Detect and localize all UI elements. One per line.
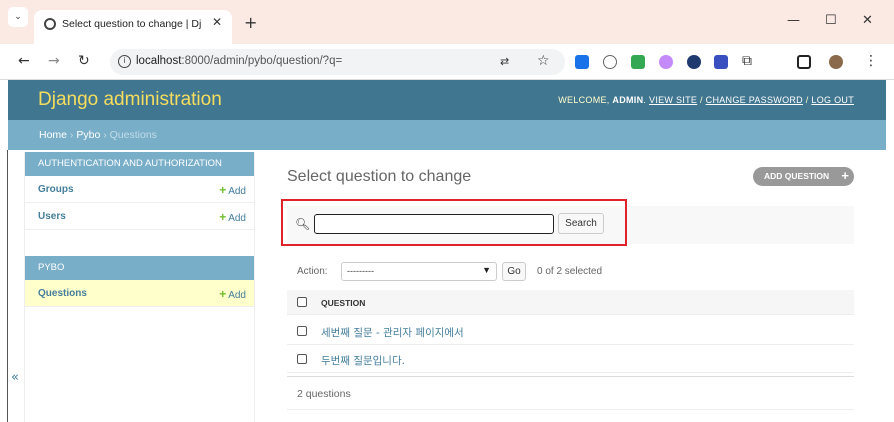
tab-close-icon[interactable]: ✕ — [212, 15, 222, 29]
table-row: 세번째 질문 - 관리자 페이지에서 — [287, 318, 854, 345]
add-questions-link[interactable]: + Add — [219, 287, 246, 301]
sidebar-item-label[interactable]: Questions — [38, 288, 87, 299]
module-caption-auth[interactable]: Authentication and Authorization — [25, 152, 254, 176]
globe-icon — [44, 18, 56, 30]
extension-circle-icon[interactable] — [603, 55, 617, 69]
plus-icon: + — [219, 287, 227, 301]
site-branding[interactable]: Django administration — [38, 89, 222, 111]
plus-icon: + — [219, 183, 227, 197]
breadcrumb: Home › Pybo › Questions — [8, 120, 886, 150]
highlight-box — [281, 199, 627, 246]
close-window-button[interactable]: ✕ — [862, 13, 873, 28]
browser-toolbar: ← → ↻ i localhost:8000/admin/pybo/questi… — [0, 44, 894, 80]
sidebar-item-label[interactable]: Users — [38, 211, 66, 222]
select-all-checkbox[interactable] — [297, 297, 307, 307]
column-header-question[interactable]: QUESTION — [321, 298, 365, 308]
extension-green-icon[interactable] — [631, 55, 645, 69]
logout-link[interactable]: LOG OUT — [811, 95, 854, 105]
side-panel-icon[interactable] — [797, 55, 811, 69]
actions-bar: Action: --------- ▼ Go 0 of 2 selected — [287, 259, 854, 285]
username: ADMIN — [612, 95, 644, 105]
forward-arrow-icon[interactable]: → — [48, 53, 60, 69]
extension-check-icon[interactable] — [687, 55, 701, 69]
add-groups-link[interactable]: + Add — [219, 183, 246, 197]
welcome-text: WELCOME, — [558, 95, 613, 105]
browser-tabstrip: ⌄ Select question to change | Dj ✕ + — ☐… — [0, 0, 894, 44]
bookmark-star-icon[interactable]: ☆ — [537, 53, 550, 69]
nav-sidebar-toggle[interactable]: « — [8, 152, 25, 422]
module-caption-pybo[interactable]: Pybo — [25, 256, 254, 280]
breadcrumb-current: Questions — [109, 129, 157, 141]
extension-download-icon[interactable] — [714, 55, 728, 69]
action-label: Action: — [297, 266, 328, 277]
change-password-link[interactable]: CHANGE PASSWORD — [706, 95, 803, 105]
tab-title: Select question to change | Dj — [62, 18, 202, 30]
back-arrow-icon[interactable]: ← — [18, 53, 30, 69]
plus-icon: + — [841, 168, 849, 183]
address-bar[interactable]: i localhost:8000/admin/pybo/question/?q= — [110, 49, 565, 75]
extension-a-icon[interactable] — [575, 55, 589, 69]
translate-icon[interactable]: ⇄ — [500, 55, 509, 68]
sidebar-item-users[interactable]: Users + Add — [25, 203, 254, 230]
sidebar-item-questions[interactable]: Questions + Add — [25, 280, 254, 307]
chevron-down-icon: ▼ — [482, 265, 491, 275]
add-question-button[interactable]: ADD QUESTION + — [753, 167, 854, 186]
new-tab-button[interactable]: + — [244, 15, 257, 31]
browser-tab[interactable]: Select question to change | Dj ✕ — [34, 10, 232, 44]
results-header: QUESTION — [287, 290, 854, 315]
collapse-sidebar-icon[interactable]: « — [11, 370, 19, 385]
extension-heart-icon[interactable] — [659, 55, 673, 69]
go-button[interactable]: Go — [502, 262, 526, 281]
tab-search-chevron-icon[interactable]: ⌄ — [8, 7, 28, 27]
breadcrumb-home[interactable]: Home — [39, 129, 67, 141]
user-tools: WELCOME, ADMIN. VIEW SITE / CHANGE PASSW… — [558, 95, 854, 105]
row-checkbox[interactable] — [297, 326, 307, 336]
sidebar-item-groups[interactable]: Groups + Add — [25, 176, 254, 203]
site-info-icon[interactable]: i — [118, 55, 131, 68]
row-checkbox[interactable] — [297, 354, 307, 364]
action-select[interactable]: --------- ▼ — [341, 262, 497, 281]
maximize-button[interactable]: ☐ — [825, 13, 837, 28]
page-title: Select question to change — [287, 168, 472, 185]
add-users-link[interactable]: + Add — [219, 210, 246, 224]
minimize-button[interactable]: — — [787, 13, 800, 28]
nav-sidebar: Authentication and Authorization Groups … — [25, 152, 255, 422]
view-site-link[interactable]: VIEW SITE — [649, 95, 697, 105]
reload-icon[interactable]: ↻ — [78, 53, 90, 69]
url-text[interactable]: localhost:8000/admin/pybo/question/?q= — [136, 55, 342, 67]
extensions-puzzle-icon[interactable]: ⧉ — [742, 53, 752, 69]
django-header: Django administration WELCOME, ADMIN. VI… — [8, 80, 886, 120]
table-row: 두번째 질문입니다. — [287, 346, 854, 373]
question-link[interactable]: 세번째 질문 - 관리자 페이지에서 — [321, 325, 464, 340]
profile-avatar[interactable] — [829, 55, 843, 69]
sidebar-item-label[interactable]: Groups — [38, 184, 74, 195]
paginator: 2 questions — [287, 376, 854, 410]
breadcrumb-app[interactable]: Pybo — [76, 129, 100, 141]
result-count: 2 questions — [297, 388, 351, 400]
browser-menu-icon[interactable]: ⋮ — [864, 53, 878, 69]
selected-count: 0 of 2 selected — [537, 266, 603, 277]
plus-icon: + — [219, 210, 227, 224]
question-link[interactable]: 두번째 질문입니다. — [321, 353, 405, 368]
